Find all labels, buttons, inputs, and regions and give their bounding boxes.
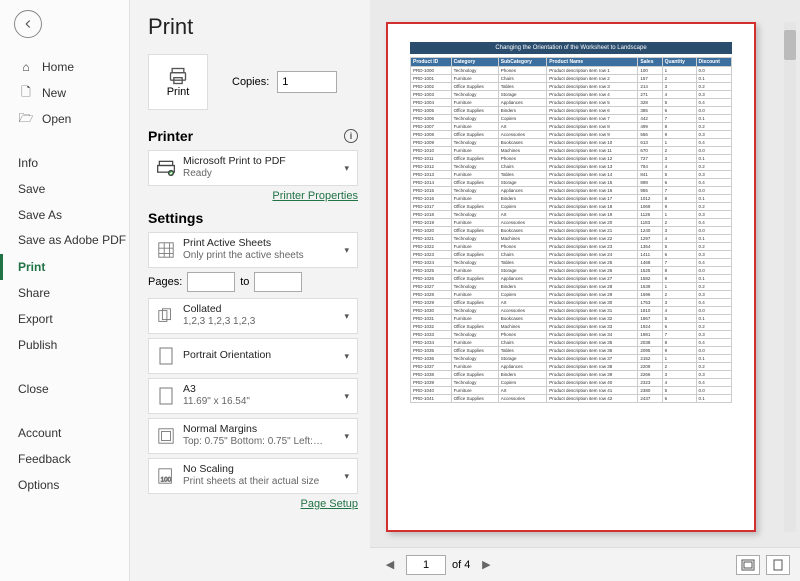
- preview-table: Product IDCategorySubCategoryProduct Nam…: [410, 57, 732, 403]
- orientation-select[interactable]: Portrait Orientation ▾: [148, 338, 358, 374]
- copies-input[interactable]: [277, 71, 337, 93]
- sheet-icon: [155, 239, 177, 261]
- nav-export[interactable]: Export: [0, 306, 129, 332]
- nav-open[interactable]: 🗁Open: [0, 106, 129, 132]
- page-number-input[interactable]: [406, 555, 446, 575]
- chevron-down-icon: ▾: [344, 391, 353, 402]
- nav-share[interactable]: Share: [0, 280, 129, 306]
- margins-select[interactable]: Normal MarginsTop: 0.75" Bottom: 0.75" L…: [148, 418, 358, 454]
- pages-label: Pages:: [148, 276, 182, 288]
- chevron-down-icon: ▾: [344, 163, 353, 174]
- printer-properties-link[interactable]: Printer Properties: [148, 190, 358, 202]
- nav-save-adobe[interactable]: Save as Adobe PDF: [0, 228, 129, 254]
- page-title: Print: [148, 14, 358, 40]
- chevron-down-icon: ▾: [344, 245, 353, 256]
- scaling-select[interactable]: 100 No ScalingPrint sheets at their actu…: [148, 458, 358, 494]
- nav-saveas[interactable]: Save As: [0, 202, 129, 228]
- printer-icon: [167, 66, 189, 86]
- svg-text:100: 100: [161, 476, 172, 483]
- nav-home[interactable]: ⌂Home: [0, 54, 129, 80]
- preview-scrollbar[interactable]: [784, 22, 796, 532]
- page-setup-link[interactable]: Page Setup: [148, 498, 358, 510]
- show-margins-button[interactable]: [736, 555, 760, 575]
- printer-heading: Printer: [148, 128, 193, 144]
- pages-from-input[interactable]: [187, 272, 235, 292]
- collate-icon: [155, 305, 177, 327]
- print-preview: Changing the Orientation of the Workshee…: [386, 22, 756, 532]
- prev-page-button[interactable]: ◀: [380, 555, 400, 575]
- open-icon: 🗁: [18, 109, 34, 130]
- pages-to-input[interactable]: [254, 272, 302, 292]
- nav-feedback[interactable]: Feedback: [0, 446, 129, 472]
- print-button[interactable]: Print: [148, 54, 208, 110]
- printer-select[interactable]: Microsoft Print to PDFReady ▾: [148, 150, 358, 186]
- chevron-down-icon: ▾: [344, 311, 353, 322]
- margins-icon: [155, 425, 177, 447]
- chevron-down-icon: ▾: [344, 471, 353, 482]
- portrait-icon: [155, 345, 177, 367]
- page-icon: [155, 385, 177, 407]
- nav-print[interactable]: Print: [0, 254, 129, 280]
- printer-device-icon: [155, 157, 177, 179]
- chevron-down-icon: ▾: [344, 351, 353, 362]
- zoom-to-page-button[interactable]: [766, 555, 790, 575]
- back-button[interactable]: [14, 10, 42, 38]
- copies-label: Copies:: [232, 76, 269, 88]
- nav-close[interactable]: Close: [0, 376, 129, 402]
- next-page-button[interactable]: ▶: [476, 555, 496, 575]
- new-icon: 🗋: [18, 83, 34, 104]
- nav-save[interactable]: Save: [0, 176, 129, 202]
- paper-size-select[interactable]: A311.69" x 16.54" ▾: [148, 378, 358, 414]
- nav-options[interactable]: Options: [0, 472, 129, 498]
- collate-select[interactable]: Collated1,2,3 1,2,3 1,2,3 ▾: [148, 298, 358, 334]
- chevron-down-icon: ▾: [344, 431, 353, 442]
- nav-new[interactable]: 🗋New: [0, 80, 129, 106]
- scaling-icon: 100: [155, 465, 177, 487]
- info-icon[interactable]: i: [344, 129, 358, 143]
- print-what-select[interactable]: Print Active SheetsOnly print the active…: [148, 232, 358, 268]
- nav-publish[interactable]: Publish: [0, 332, 129, 358]
- nav-info[interactable]: Info: [0, 150, 129, 176]
- nav-account[interactable]: Account: [0, 420, 129, 446]
- home-icon: ⌂: [18, 60, 34, 74]
- page-total-label: of 4: [452, 559, 470, 571]
- settings-heading: Settings: [148, 210, 203, 226]
